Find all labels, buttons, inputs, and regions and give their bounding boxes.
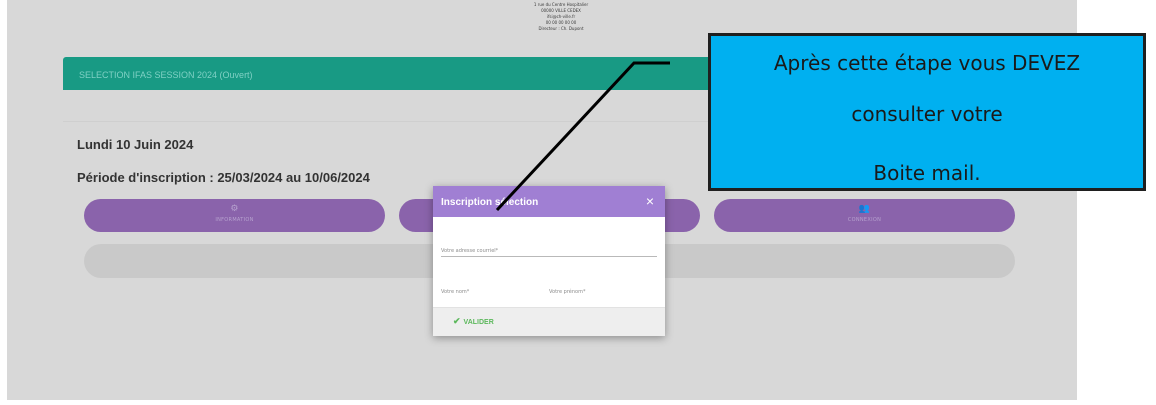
callout-line: Après cette étape vous DEVEZ xyxy=(773,51,1081,75)
registration-period: Période d'inscription : 25/03/2024 au 10… xyxy=(77,170,370,185)
first-name-field[interactable]: Votre prénom* xyxy=(549,289,657,295)
modal-footer: ✔ VALIDER xyxy=(433,307,665,336)
validate-button-label: VALIDER xyxy=(463,319,494,326)
address-block: 1 rue du Centre Hospitalier 00000 VILLE … xyxy=(501,2,621,32)
address-line: Directeur : Ch. Dupont xyxy=(538,26,584,31)
instruction-callout: Après cette étape vous DEVEZ consulter v… xyxy=(708,33,1146,191)
registration-modal: Inscription sélection × Votre adresse co… xyxy=(433,186,665,336)
users-icon: 👥 xyxy=(858,204,871,214)
validate-button[interactable]: ✔ VALIDER xyxy=(453,316,494,327)
callout-line: Boite mail. xyxy=(873,161,981,185)
modal-header: Inscription sélection xyxy=(433,186,665,217)
modal-title: Inscription sélection xyxy=(441,197,539,208)
gear-icon: ⚙ xyxy=(230,204,239,214)
information-button-label: INFORMATION xyxy=(215,217,254,223)
information-button[interactable]: ⚙ INFORMATION xyxy=(84,199,385,232)
callout-line: consulter votre xyxy=(851,102,1003,126)
session-date: Lundi 10 Juin 2024 xyxy=(77,137,194,152)
email-field[interactable]: Votre adresse courriel* xyxy=(441,248,657,257)
last-name-field[interactable]: Votre nom* xyxy=(441,289,536,295)
connexion-button[interactable]: 👥 CONNEXION xyxy=(714,199,1015,232)
check-icon: ✔ xyxy=(453,316,461,326)
close-icon[interactable]: × xyxy=(646,193,654,209)
connexion-button-label: CONNEXION xyxy=(847,217,882,223)
